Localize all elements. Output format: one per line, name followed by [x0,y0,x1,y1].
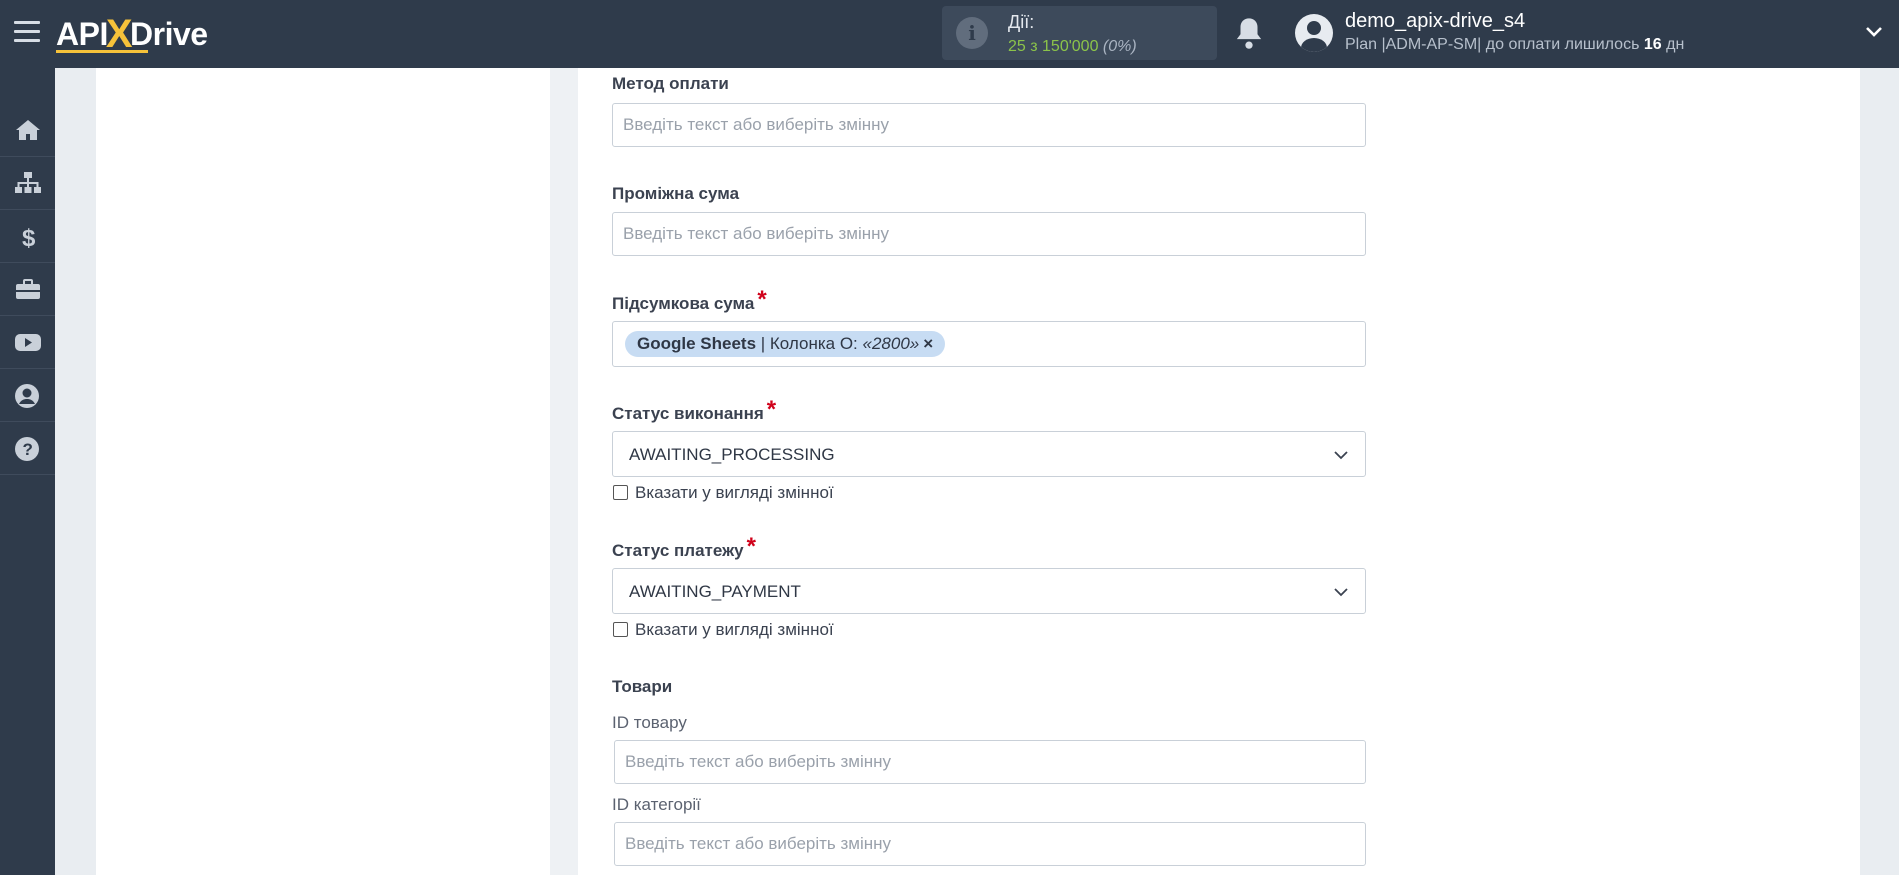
exec-status-label-text: Статус виконання [612,404,764,423]
avatar[interactable] [1295,14,1333,52]
sidebar-item-tools[interactable] [0,263,55,316]
plan-prefix: Plan |ADM-AP-SM| до оплати лишилось [1345,36,1640,53]
payment-status-label-text: Статус платежу [612,541,744,560]
actions-counter[interactable]: i Дії: 25 з 150'000 (0%) [942,6,1217,60]
sidebar-item-video[interactable] [0,316,55,369]
payment-status-value: AWAITING_PAYMENT [629,582,801,601]
briefcase-icon [16,279,40,299]
help-icon: ? [15,437,39,461]
category-id-input[interactable] [614,822,1366,866]
product-id-input[interactable] [614,740,1366,784]
products-label: Товари [612,677,673,696]
exec-status-select[interactable]: AWAITING_PROCESSING [612,431,1366,477]
tag-source: Google Sheets [637,334,757,353]
sidebar-item-help[interactable]: ? [0,422,55,475]
user-circle-icon [15,384,39,408]
chevron-down-icon [1334,588,1348,597]
total-label-text: Підсумкова сума [612,294,755,313]
exec-status-label: Статус виконання * [612,396,777,426]
checkbox-label: Вказати у вигляді змінної [635,620,834,639]
dollar-icon: $ [22,225,36,250]
chevron-down-icon [1334,451,1348,460]
sitemap-icon [15,172,41,193]
svg-text:?: ? [23,440,33,459]
checkbox[interactable] [613,485,628,500]
required-mark: * [746,533,756,560]
home-icon [16,120,40,140]
total-label: Підсумкова сума * [612,286,767,316]
actions-label: Дії: [1008,12,1035,32]
category-id-label: ID категорії [612,795,701,814]
subtotal-input[interactable] [612,212,1366,256]
variable-tag[interactable]: Google Sheets | Колонка O: «2800» × [625,331,946,357]
close-icon[interactable]: × [923,334,933,353]
checkbox-label: Вказати у вигляді змінної [635,483,834,502]
required-mark: * [766,396,777,423]
logo-text-right: Drive [130,16,208,52]
tag-value: «2800» [862,334,920,353]
logo-underline [56,50,148,53]
actions-count: 25 з 150'000 (0%) [1008,38,1137,56]
svg-text:$: $ [22,225,36,250]
plan-info: Plan |ADM-AP-SM| до оплати лишилось 16 д… [1345,36,1684,54]
payment-status-label: Статус платежу * [612,533,756,563]
username[interactable]: demo_apix-drive_s4 [1345,10,1525,33]
total-input[interactable]: Google Sheets | Колонка O: «2800» × [612,321,1366,367]
checkbox[interactable] [613,622,628,637]
exec-status-value: AWAITING_PROCESSING [629,445,835,464]
payment-status-select[interactable]: AWAITING_PAYMENT [612,568,1366,614]
payment-method-label: Метод оплати [612,74,729,93]
youtube-icon [15,334,41,351]
actions-percent: (0%) [1102,38,1137,55]
logo[interactable]: APIXDrive [56,10,208,56]
sidebar-item-home[interactable] [0,104,55,157]
left-panel [96,68,550,875]
sidebar-item-billing[interactable]: $ [0,210,55,263]
subtotal-label: Проміжна сума [612,184,740,203]
sidebar: $ ? [0,68,55,875]
plan-days: 16 [1643,36,1662,53]
info-icon: i [956,17,988,49]
sidebar-item-account[interactable] [0,369,55,422]
required-mark: * [757,286,767,313]
sidebar-item-connections[interactable] [0,157,55,210]
payment-method-input[interactable] [612,103,1366,147]
chevron-down-icon[interactable] [1864,22,1884,42]
menu-icon[interactable] [14,21,40,45]
plan-suffix: дн [1666,36,1685,53]
panel-divider [550,68,578,875]
tag-column: | Колонка O: [756,334,863,353]
top-bar: APIXDrive i Дії: 25 з 150'000 (0%) demo_… [0,0,1899,68]
actions-count-value: 25 з 150'000 [1008,38,1099,55]
logo-text-left: API [56,16,108,52]
product-id-label: ID товару [612,713,687,732]
bell-icon[interactable] [1234,16,1264,50]
